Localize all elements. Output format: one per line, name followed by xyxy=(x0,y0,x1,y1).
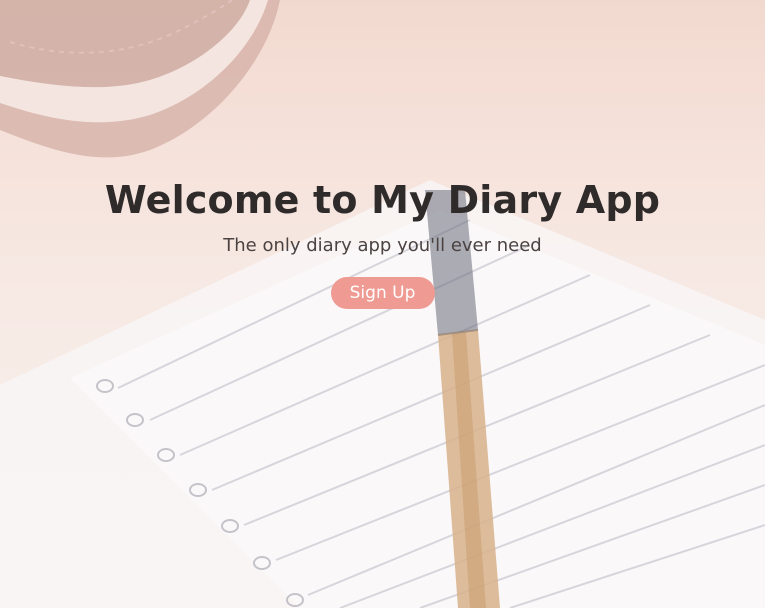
page-title: Welcome to My Diary App xyxy=(104,178,661,222)
notebook-image xyxy=(0,0,280,158)
hero-section: Welcome to My Diary App The only diary a… xyxy=(0,174,765,309)
sign-up-button[interactable]: Sign Up xyxy=(330,277,435,309)
landing-page: Welcome to My Diary App The only diary a… xyxy=(0,0,765,608)
page-subtitle: The only diary app you'll ever need xyxy=(223,235,542,256)
